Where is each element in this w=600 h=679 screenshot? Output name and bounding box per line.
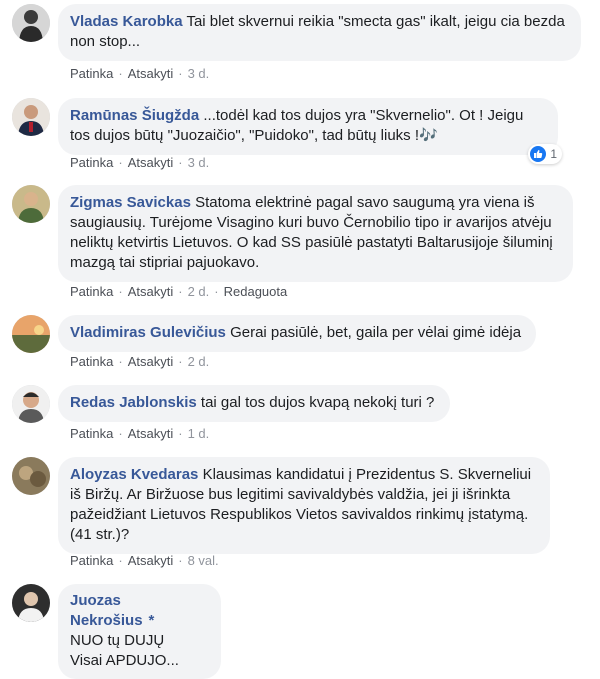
avatar[interactable] bbox=[12, 457, 50, 495]
comment-actions: Patinka · Atsakyti · 3 d. bbox=[70, 66, 210, 81]
reply-button[interactable]: Atsakyti bbox=[128, 284, 174, 299]
timestamp[interactable]: 1 d. bbox=[188, 426, 210, 441]
like-button[interactable]: Patinka bbox=[70, 354, 113, 369]
comment-text: tai gal tos dujos kvapą nekokį turi ? bbox=[200, 394, 435, 411]
reaction-count: 1 bbox=[550, 147, 557, 161]
comment-bubble: Juozas Nekrošius * NUO tų DUJŲ Visai APDU… bbox=[58, 584, 221, 679]
reaction-badge[interactable]: 1 bbox=[528, 144, 562, 164]
comment-bubble: Zigmas Savickas Statoma elektrinė pagal … bbox=[58, 185, 573, 282]
timestamp[interactable]: 2 d. bbox=[188, 284, 210, 299]
timestamp[interactable]: 2 d. bbox=[188, 354, 210, 369]
comment-bubble: Aloyzas Kvedaras Klausimas kandidatui į … bbox=[58, 457, 550, 554]
timestamp[interactable]: 8 val. bbox=[188, 553, 219, 568]
comment-actions: Patinka · Atsakyti · 3 d. bbox=[70, 155, 210, 170]
comment-author[interactable]: Aloyzas Kvedaras bbox=[70, 466, 198, 483]
comment-author[interactable]: Zigmas Savickas bbox=[70, 194, 191, 211]
reply-button[interactable]: Atsakyti bbox=[128, 354, 174, 369]
avatar[interactable] bbox=[12, 385, 50, 423]
reply-button[interactable]: Atsakyti bbox=[128, 155, 174, 170]
like-button[interactable]: Patinka bbox=[70, 66, 113, 81]
comment-text-line: Visai APDUJO... bbox=[70, 652, 179, 669]
like-button[interactable]: Patinka bbox=[70, 155, 113, 170]
comment-bubble: Ramūnas Šiugžda ...todėl kad tos dujos y… bbox=[58, 98, 558, 155]
avatar[interactable] bbox=[12, 185, 50, 223]
comment-actions: Patinka · Atsakyti · 1 d. bbox=[70, 426, 210, 441]
comment-author[interactable]: Redas Jablonskis bbox=[70, 394, 197, 411]
avatar[interactable] bbox=[12, 4, 50, 42]
like-icon bbox=[530, 146, 547, 162]
timestamp[interactable]: 3 d. bbox=[188, 66, 210, 81]
comment-text-line: NUO tų DUJŲ bbox=[70, 632, 165, 649]
like-button[interactable]: Patinka bbox=[70, 553, 113, 568]
edited-label[interactable]: Redaguota bbox=[224, 284, 288, 299]
comment-actions: Patinka · Atsakyti · 8 val. bbox=[70, 553, 219, 568]
comment-bubble: Vladimiras Gulevičius Gerai pasiūlė, bet… bbox=[58, 315, 536, 352]
comment-text: Gerai pasiūlė, bet, gaila per vėlai gimė… bbox=[230, 324, 522, 341]
comment-author[interactable]: Juozas Nekrošius bbox=[70, 592, 143, 629]
comment-author[interactable]: Vladas Karobka bbox=[70, 13, 183, 30]
comment-author[interactable]: Ramūnas Šiugžda bbox=[70, 107, 199, 124]
comment-actions: Patinka · Atsakyti · 2 d. · Redaguota bbox=[70, 284, 288, 299]
avatar[interactable] bbox=[12, 584, 50, 622]
reply-button[interactable]: Atsakyti bbox=[128, 553, 174, 568]
reply-button[interactable]: Atsakyti bbox=[128, 426, 174, 441]
like-button[interactable]: Patinka bbox=[70, 426, 113, 441]
author-badge: * bbox=[148, 612, 155, 629]
comment-author[interactable]: Vladimiras Gulevičius bbox=[70, 324, 226, 341]
comment-bubble: Vladas Karobka Tai blet skvernui reikia … bbox=[58, 4, 581, 61]
timestamp[interactable]: 3 d. bbox=[188, 155, 210, 170]
like-button[interactable]: Patinka bbox=[70, 284, 113, 299]
reply-button[interactable]: Atsakyti bbox=[128, 66, 174, 81]
avatar[interactable] bbox=[12, 98, 50, 136]
comment-actions: Patinka · Atsakyti · 2 d. bbox=[70, 354, 210, 369]
comment-bubble: Redas Jablonskis tai gal tos dujos kvapą… bbox=[58, 385, 450, 422]
avatar[interactable] bbox=[12, 315, 50, 353]
